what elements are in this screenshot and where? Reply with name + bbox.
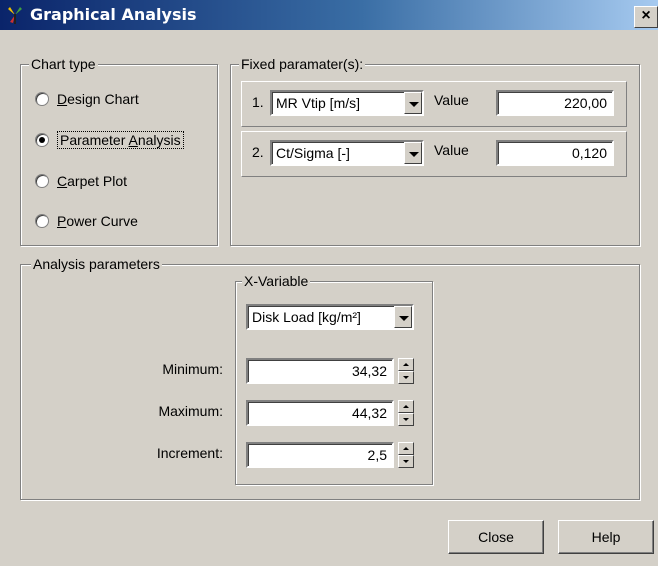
radio-indicator: [35, 133, 49, 147]
analysis-parameters-legend: Analysis parameters: [31, 256, 162, 272]
radio-label: Design Chart: [57, 91, 139, 107]
analysis-parameters-group: Analysis parameters X-Variable Disk Load…: [20, 256, 640, 500]
increment-label: Increment:: [156, 445, 223, 461]
fixed-param-row-2: 2. Ct/Sigma [-] Value 0,120: [241, 131, 627, 177]
input-value: 34,32: [351, 363, 387, 379]
window-close-button[interactable]: ×: [634, 6, 658, 28]
fixed-param-1-value-input[interactable]: 220,00: [496, 90, 614, 116]
fixed-param-2-select[interactable]: Ct/Sigma [-]: [270, 140, 424, 166]
input-value: 220,00: [564, 95, 607, 111]
title-bar: Graphical Analysis ×: [0, 0, 658, 30]
fixed-parameters-legend: Fixed paramater(s):: [239, 56, 366, 72]
select-value: Disk Load [kg/m²]: [252, 309, 361, 325]
fixed-param-2-value-input[interactable]: 0,120: [496, 140, 614, 166]
radio-power-curve[interactable]: Power Curve: [35, 213, 138, 229]
x-variable-select[interactable]: Disk Load [kg/m²]: [246, 304, 414, 330]
radio-design-chart[interactable]: Design Chart: [35, 91, 139, 107]
chevron-down-icon[interactable]: [394, 306, 412, 328]
radio-indicator: [35, 92, 49, 106]
fixed-parameters-group: Fixed paramater(s): 1. MR Vtip [m/s] Val…: [230, 56, 640, 246]
chevron-down-icon[interactable]: [404, 142, 422, 164]
minimum-spinner[interactable]: [398, 358, 414, 384]
radio-indicator: [35, 174, 49, 188]
spin-up-icon[interactable]: [398, 400, 414, 413]
radio-carpet-plot[interactable]: Carpet Plot: [35, 173, 127, 189]
select-value: Ct/Sigma [-]: [276, 145, 350, 161]
maximum-spinner[interactable]: [398, 400, 414, 426]
chart-type-group: Chart type Design Chart Parameter Analys…: [20, 56, 218, 246]
spin-up-icon[interactable]: [398, 358, 414, 371]
minimum-input[interactable]: 34,32: [246, 358, 394, 384]
x-variable-group: X-Variable Disk Load [kg/m²] 34,32 44,32…: [235, 273, 433, 485]
value-label: Value: [434, 142, 469, 158]
chart-type-legend: Chart type: [29, 56, 98, 72]
value-label: Value: [434, 92, 469, 108]
close-button[interactable]: Close: [448, 520, 544, 554]
input-value: 44,32: [351, 405, 387, 421]
window-title: Graphical Analysis: [30, 5, 197, 24]
radio-indicator: [35, 214, 49, 228]
param-index: 2.: [252, 144, 264, 160]
x-variable-legend: X-Variable: [242, 273, 311, 289]
input-value: 0,120: [571, 145, 607, 161]
radio-label: Power Curve: [57, 213, 138, 229]
increment-spinner[interactable]: [398, 442, 414, 468]
radio-parameter-analysis[interactable]: Parameter Analysis: [35, 131, 184, 149]
radio-label: Parameter Analysis: [57, 131, 184, 149]
input-value: 2,5: [367, 447, 387, 463]
maximum-label: Maximum:: [158, 403, 223, 419]
param-index: 1.: [252, 94, 264, 110]
fixed-param-1-select[interactable]: MR Vtip [m/s]: [270, 90, 424, 116]
spin-down-icon[interactable]: [398, 371, 414, 384]
spin-up-icon[interactable]: [398, 442, 414, 455]
app-icon: [8, 7, 22, 24]
increment-input[interactable]: 2,5: [246, 442, 394, 468]
chevron-down-icon[interactable]: [404, 92, 422, 114]
help-button[interactable]: Help: [558, 520, 654, 554]
minimum-label: Minimum:: [162, 361, 223, 377]
radio-label: Carpet Plot: [57, 173, 128, 189]
spin-down-icon[interactable]: [398, 413, 414, 426]
spin-down-icon[interactable]: [398, 455, 414, 468]
fixed-param-row-1: 1. MR Vtip [m/s] Value 220,00: [241, 81, 627, 127]
maximum-input[interactable]: 44,32: [246, 400, 394, 426]
select-value: MR Vtip [m/s]: [276, 95, 361, 111]
